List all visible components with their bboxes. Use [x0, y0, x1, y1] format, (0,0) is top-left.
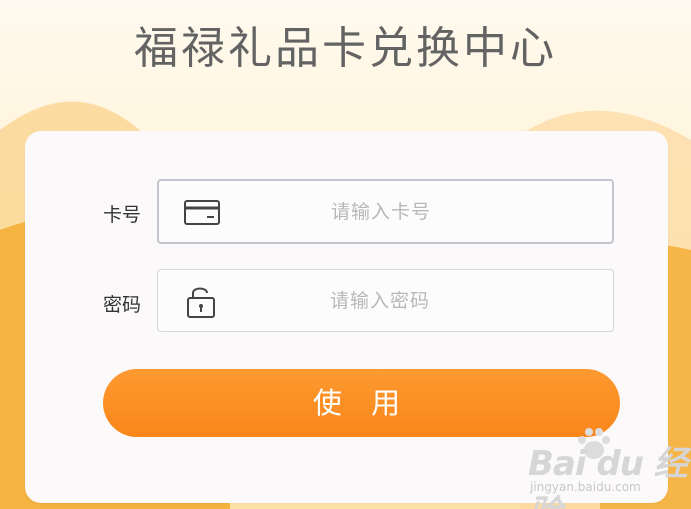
card-icon — [184, 200, 220, 225]
password-field[interactable]: 请输入密码 — [157, 269, 614, 332]
password-label: 密码 — [103, 294, 142, 316]
page-title: 福禄礼品卡兑换中心 — [134, 23, 557, 74]
use-button[interactable]: 使 用 — [103, 369, 620, 437]
baidu-watermark: Bai du 经验 jingyan.baidu.com — [528, 428, 688, 509]
watermark-url: jingyan.baidu.com — [530, 480, 641, 494]
watermark-logo-text: Bai du 经验 — [528, 444, 688, 509]
card-number-label: 卡号 — [103, 204, 142, 226]
password-placeholder: 请输入密码 — [330, 290, 431, 312]
card-number-field[interactable]: 请输入卡号 — [157, 179, 614, 244]
card-number-placeholder: 请输入卡号 — [331, 201, 432, 223]
lock-icon — [187, 287, 215, 318]
